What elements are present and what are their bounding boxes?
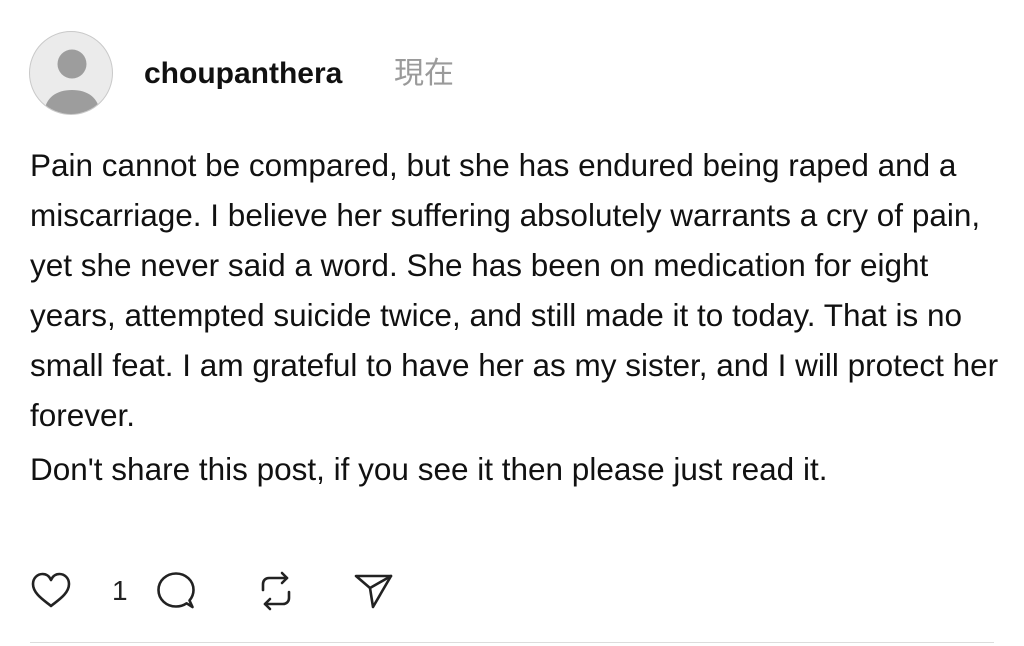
heart-icon <box>31 572 71 608</box>
default-user-avatar-icon <box>44 49 100 114</box>
post-body: Pain cannot be compared, but she has end… <box>30 140 1000 494</box>
comment-bubble-icon <box>157 572 195 609</box>
timestamp: 現在 <box>394 57 454 90</box>
reply-button[interactable] <box>154 569 198 613</box>
like-button[interactable] <box>30 569 72 613</box>
send-icon <box>354 574 393 609</box>
post-paragraph: Pain cannot be compared, but she has end… <box>30 147 999 433</box>
username[interactable]: choupanthera <box>144 54 342 94</box>
divider <box>30 642 994 643</box>
action-bar: 1 <box>30 569 430 613</box>
repost-icon <box>261 571 291 611</box>
post-paragraph: Don't share this post, if you see it the… <box>30 451 828 487</box>
share-button[interactable] <box>352 569 396 613</box>
avatar[interactable] <box>29 31 113 115</box>
repost-button[interactable] <box>254 569 298 613</box>
like-count: 1 <box>112 575 128 606</box>
